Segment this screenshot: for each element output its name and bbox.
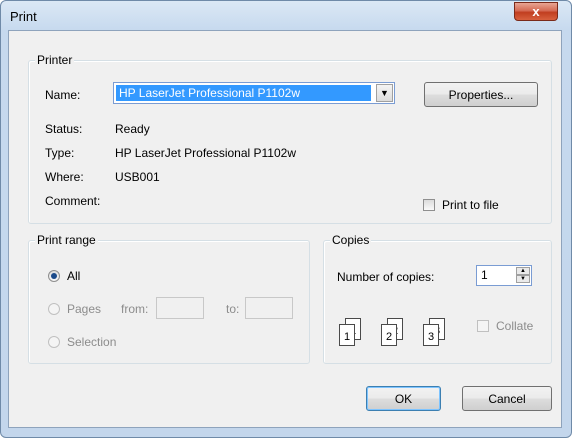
close-icon: x bbox=[532, 4, 540, 19]
number-of-copies-label: Number of copies: bbox=[337, 270, 435, 284]
status-value: Ready bbox=[115, 122, 150, 136]
collate-page-front: 1 bbox=[339, 324, 355, 346]
where-label: Where: bbox=[45, 170, 84, 184]
cancel-button[interactable]: Cancel bbox=[462, 386, 552, 411]
spin-down-icon[interactable]: ▼ bbox=[516, 275, 530, 283]
spinner-buttons[interactable]: ▲ ▼ bbox=[516, 267, 530, 284]
comment-label: Comment: bbox=[45, 194, 101, 208]
from-page-input[interactable] bbox=[156, 297, 204, 319]
print-to-file-checkbox[interactable] bbox=[423, 199, 435, 211]
cancel-button-label: Cancel bbox=[488, 391, 526, 406]
to-label: to: bbox=[226, 302, 240, 316]
copies-value[interactable]: 1 bbox=[481, 268, 488, 282]
copies-group-label: Copies bbox=[330, 233, 372, 247]
copies-spinner[interactable]: 1 ▲ ▼ bbox=[476, 265, 532, 286]
where-value: USB001 bbox=[115, 170, 160, 184]
collate-page-front-number: 3 bbox=[427, 331, 435, 343]
all-radio[interactable] bbox=[48, 270, 60, 282]
collate-stack-2-icon: 2 2 bbox=[381, 318, 403, 348]
collate-stack-3-icon: 3 3 bbox=[423, 318, 445, 348]
to-page-input[interactable] bbox=[245, 297, 293, 319]
collate-page-front: 3 bbox=[423, 324, 439, 346]
chevron-down-icon[interactable]: ▼ bbox=[376, 84, 393, 102]
printer-group-label: Printer bbox=[35, 53, 75, 67]
from-label: from: bbox=[121, 302, 149, 316]
collate-checkbox[interactable] bbox=[477, 320, 489, 332]
name-label: Name: bbox=[45, 88, 81, 102]
printer-name-select[interactable]: HP LaserJet Professional P1102w ▼ bbox=[113, 82, 395, 104]
collate-stack-1-icon: 1 1 bbox=[339, 318, 361, 348]
selection-radio[interactable] bbox=[48, 336, 60, 348]
print-to-file-label[interactable]: Print to file bbox=[442, 198, 499, 212]
type-value: HP LaserJet Professional P1102w bbox=[115, 146, 296, 160]
collate-page-front: 2 bbox=[381, 324, 397, 346]
all-label[interactable]: All bbox=[67, 269, 80, 283]
spin-up-icon[interactable]: ▲ bbox=[516, 267, 530, 275]
type-label: Type: bbox=[45, 146, 75, 160]
status-label: Status: bbox=[45, 122, 83, 136]
ok-button-label: OK bbox=[394, 391, 413, 406]
title-bar[interactable]: Print x bbox=[1, 1, 571, 31]
properties-button-label: Properties... bbox=[448, 87, 514, 102]
print-range-group-label: Print range bbox=[35, 233, 98, 247]
collate-label[interactable]: Collate bbox=[496, 319, 533, 333]
selection-label[interactable]: Selection bbox=[67, 335, 116, 349]
pages-radio[interactable] bbox=[48, 303, 60, 315]
close-button[interactable]: x bbox=[514, 2, 558, 21]
collate-page-front-number: 2 bbox=[385, 331, 393, 343]
pages-label[interactable]: Pages bbox=[67, 302, 101, 316]
ok-button[interactable]: OK bbox=[366, 386, 441, 411]
window-title: Print bbox=[10, 9, 37, 24]
collate-page-front-number: 1 bbox=[343, 331, 351, 343]
printer-name-value: HP LaserJet Professional P1102w bbox=[116, 85, 371, 101]
properties-button[interactable]: Properties... bbox=[424, 82, 538, 107]
